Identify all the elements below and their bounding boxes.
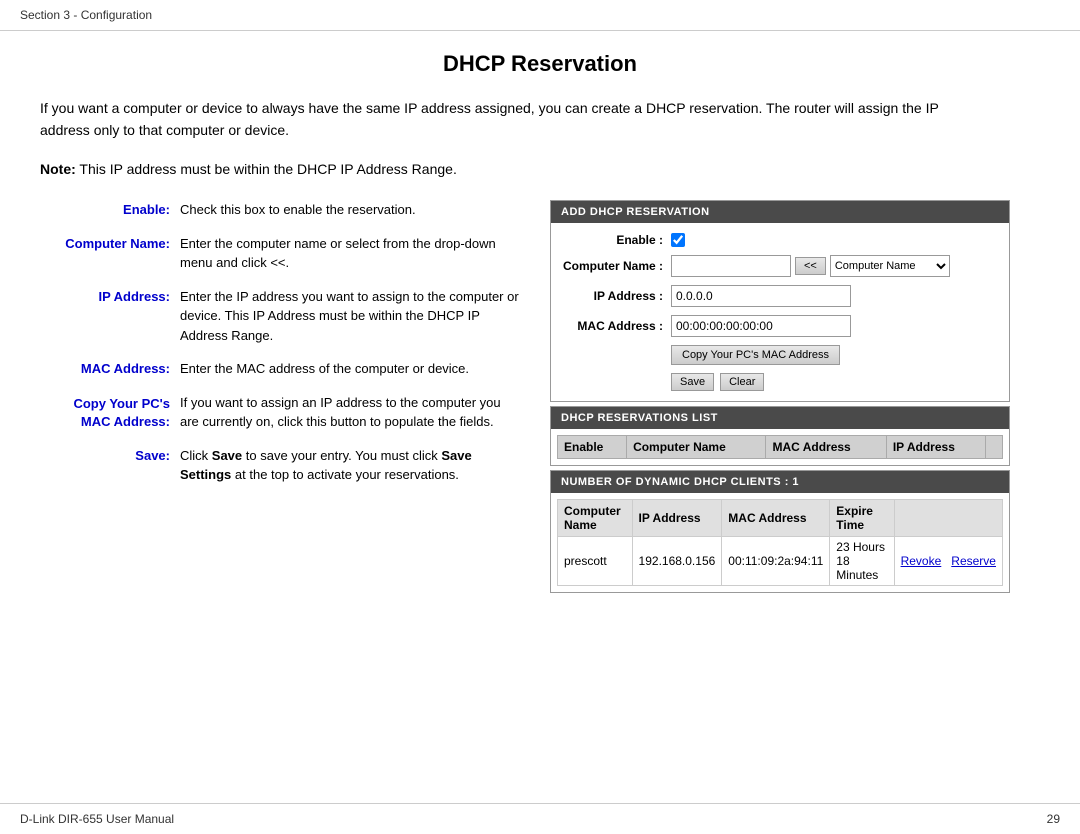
computer-name-input[interactable] (671, 255, 791, 277)
save-button[interactable]: Save (671, 373, 714, 391)
note-paragraph: Note: This IP address must be within the… (40, 158, 1040, 180)
clients-col-actions (894, 500, 1002, 537)
left-column: Enable: Check this box to enable the res… (40, 200, 520, 597)
mac-address-input[interactable] (671, 315, 851, 337)
clients-thead: Computer Name IP Address MAC Address Exp… (558, 500, 1003, 537)
client-ip: 192.168.0.156 (632, 537, 722, 586)
form-label-enable: Enable : (561, 233, 671, 247)
desc-enable: Enable: Check this box to enable the res… (40, 200, 520, 220)
dynamic-clients-body: Computer Name IP Address MAC Address Exp… (551, 493, 1009, 592)
intro-paragraph: If you want a computer or device to alwa… (40, 97, 940, 142)
reservations-body: Enable Computer Name MAC Address IP Addr… (551, 429, 1009, 465)
enable-checkbox[interactable] (671, 233, 685, 247)
desc-computer-name: Computer Name: Enter the computer name o… (40, 234, 520, 273)
page-wrapper: Section 3 - Configuration DHCP Reservati… (0, 0, 1080, 834)
form-row-computer-name: Computer Name : << Computer Name (561, 255, 999, 277)
col-computer-name: Computer Name (627, 436, 766, 459)
desc-copy-mac: Copy Your PC'sMAC Address: If you want t… (40, 393, 520, 432)
desc-content-ip: Enter the IP address you want to assign … (180, 287, 520, 346)
form-row-enable: Enable : (561, 233, 999, 247)
section-label: Section 3 - Configuration (20, 8, 152, 22)
desc-content-mac: Enter the MAC address of the computer or… (180, 359, 520, 379)
form-label-mac: MAC Address : (561, 319, 671, 333)
desc-content-copy-mac: If you want to assign an IP address to t… (180, 393, 520, 432)
page-title: DHCP Reservation (40, 51, 1040, 77)
form-label-ip: IP Address : (561, 289, 671, 303)
form-label-computer-name: Computer Name : (561, 259, 671, 273)
clients-table: Computer Name IP Address MAC Address Exp… (557, 499, 1003, 586)
col-ip: IP Address (886, 436, 985, 459)
add-dhcp-header: ADD DHCP RESERVATION (551, 201, 1009, 223)
col-actions (985, 436, 1002, 459)
computer-name-controls: << Computer Name (671, 255, 950, 277)
desc-label-copy-mac: Copy Your PC'sMAC Address: (40, 393, 180, 431)
form-row-mac: MAC Address : (561, 315, 999, 337)
clients-header-row: Computer Name IP Address MAC Address Exp… (558, 500, 1003, 537)
desc-label-enable: Enable: (40, 200, 180, 217)
clear-button[interactable]: Clear (720, 373, 764, 391)
top-bar: Section 3 - Configuration (0, 0, 1080, 31)
desc-label-computer-name: Computer Name: (40, 234, 180, 251)
dynamic-clients-panel: NUMBER OF DYNAMIC DHCP CLIENTS : 1 Compu… (550, 470, 1010, 593)
bottom-left: D-Link DIR-655 User Manual (20, 812, 174, 826)
client-name: prescott (558, 537, 633, 586)
desc-content-save: Click Save to save your entry. You must … (180, 446, 520, 485)
clients-col-mac: MAC Address (722, 500, 830, 537)
computer-name-dropdown[interactable]: Computer Name (830, 255, 950, 277)
desc-ip-address: IP Address: Enter the IP address you wan… (40, 287, 520, 346)
reservations-thead: Enable Computer Name MAC Address IP Addr… (558, 436, 1003, 459)
note-text: This IP address must be within the DHCP … (76, 161, 457, 177)
reservations-header-row: Enable Computer Name MAC Address IP Addr… (558, 436, 1003, 459)
clients-col-name: Computer Name (558, 500, 633, 537)
client-actions: Revoke Reserve (894, 537, 1002, 586)
content-area: DHCP Reservation If you want a computer … (0, 31, 1080, 803)
desc-label-save: Save: (40, 446, 180, 463)
form-row-ip: IP Address : (561, 285, 999, 307)
add-dhcp-body: Enable : Computer Name : << Computer Nam… (551, 223, 1009, 401)
desc-label-mac: MAC Address: (40, 359, 180, 376)
clients-col-ip: IP Address (632, 500, 722, 537)
clients-tbody: prescott 192.168.0.156 00:11:09:2a:94:11… (558, 537, 1003, 586)
clients-col-expire: Expire Time (830, 500, 894, 537)
desc-content-computer-name: Enter the computer name or select from t… (180, 234, 520, 273)
table-row: prescott 192.168.0.156 00:11:09:2a:94:11… (558, 537, 1003, 586)
chevron-button[interactable]: << (795, 257, 826, 275)
bottom-bar: D-Link DIR-655 User Manual 29 (0, 803, 1080, 834)
action-buttons: Save Clear (671, 373, 999, 391)
desc-content-enable: Check this box to enable the reservation… (180, 200, 520, 220)
client-expire: 23 Hours 18 Minutes (830, 537, 894, 586)
right-column: ADD DHCP RESERVATION Enable : Computer N… (550, 200, 1010, 597)
reservations-panel: DHCP RESERVATIONS LIST Enable Computer N… (550, 406, 1010, 466)
dynamic-clients-header: NUMBER OF DYNAMIC DHCP CLIENTS : 1 (551, 471, 1009, 493)
desc-label-ip: IP Address: (40, 287, 180, 304)
main-layout: Enable: Check this box to enable the res… (40, 200, 1040, 597)
desc-mac-address: MAC Address: Enter the MAC address of th… (40, 359, 520, 379)
ip-address-input[interactable] (671, 285, 851, 307)
desc-save: Save: Click Save to save your entry. You… (40, 446, 520, 485)
note-bold: Note: (40, 161, 76, 177)
reserve-button[interactable]: Reserve (951, 554, 996, 568)
col-mac: MAC Address (766, 436, 886, 459)
col-enable: Enable (558, 436, 627, 459)
revoke-button[interactable]: Revoke (901, 554, 942, 568)
copy-mac-button[interactable]: Copy Your PC's MAC Address (671, 345, 840, 365)
client-mac: 00:11:09:2a:94:11 (722, 537, 830, 586)
reservations-table: Enable Computer Name MAC Address IP Addr… (557, 435, 1003, 459)
bottom-right: 29 (1047, 812, 1060, 826)
reservations-header: DHCP RESERVATIONS LIST (551, 407, 1009, 429)
add-dhcp-panel: ADD DHCP RESERVATION Enable : Computer N… (550, 200, 1010, 402)
